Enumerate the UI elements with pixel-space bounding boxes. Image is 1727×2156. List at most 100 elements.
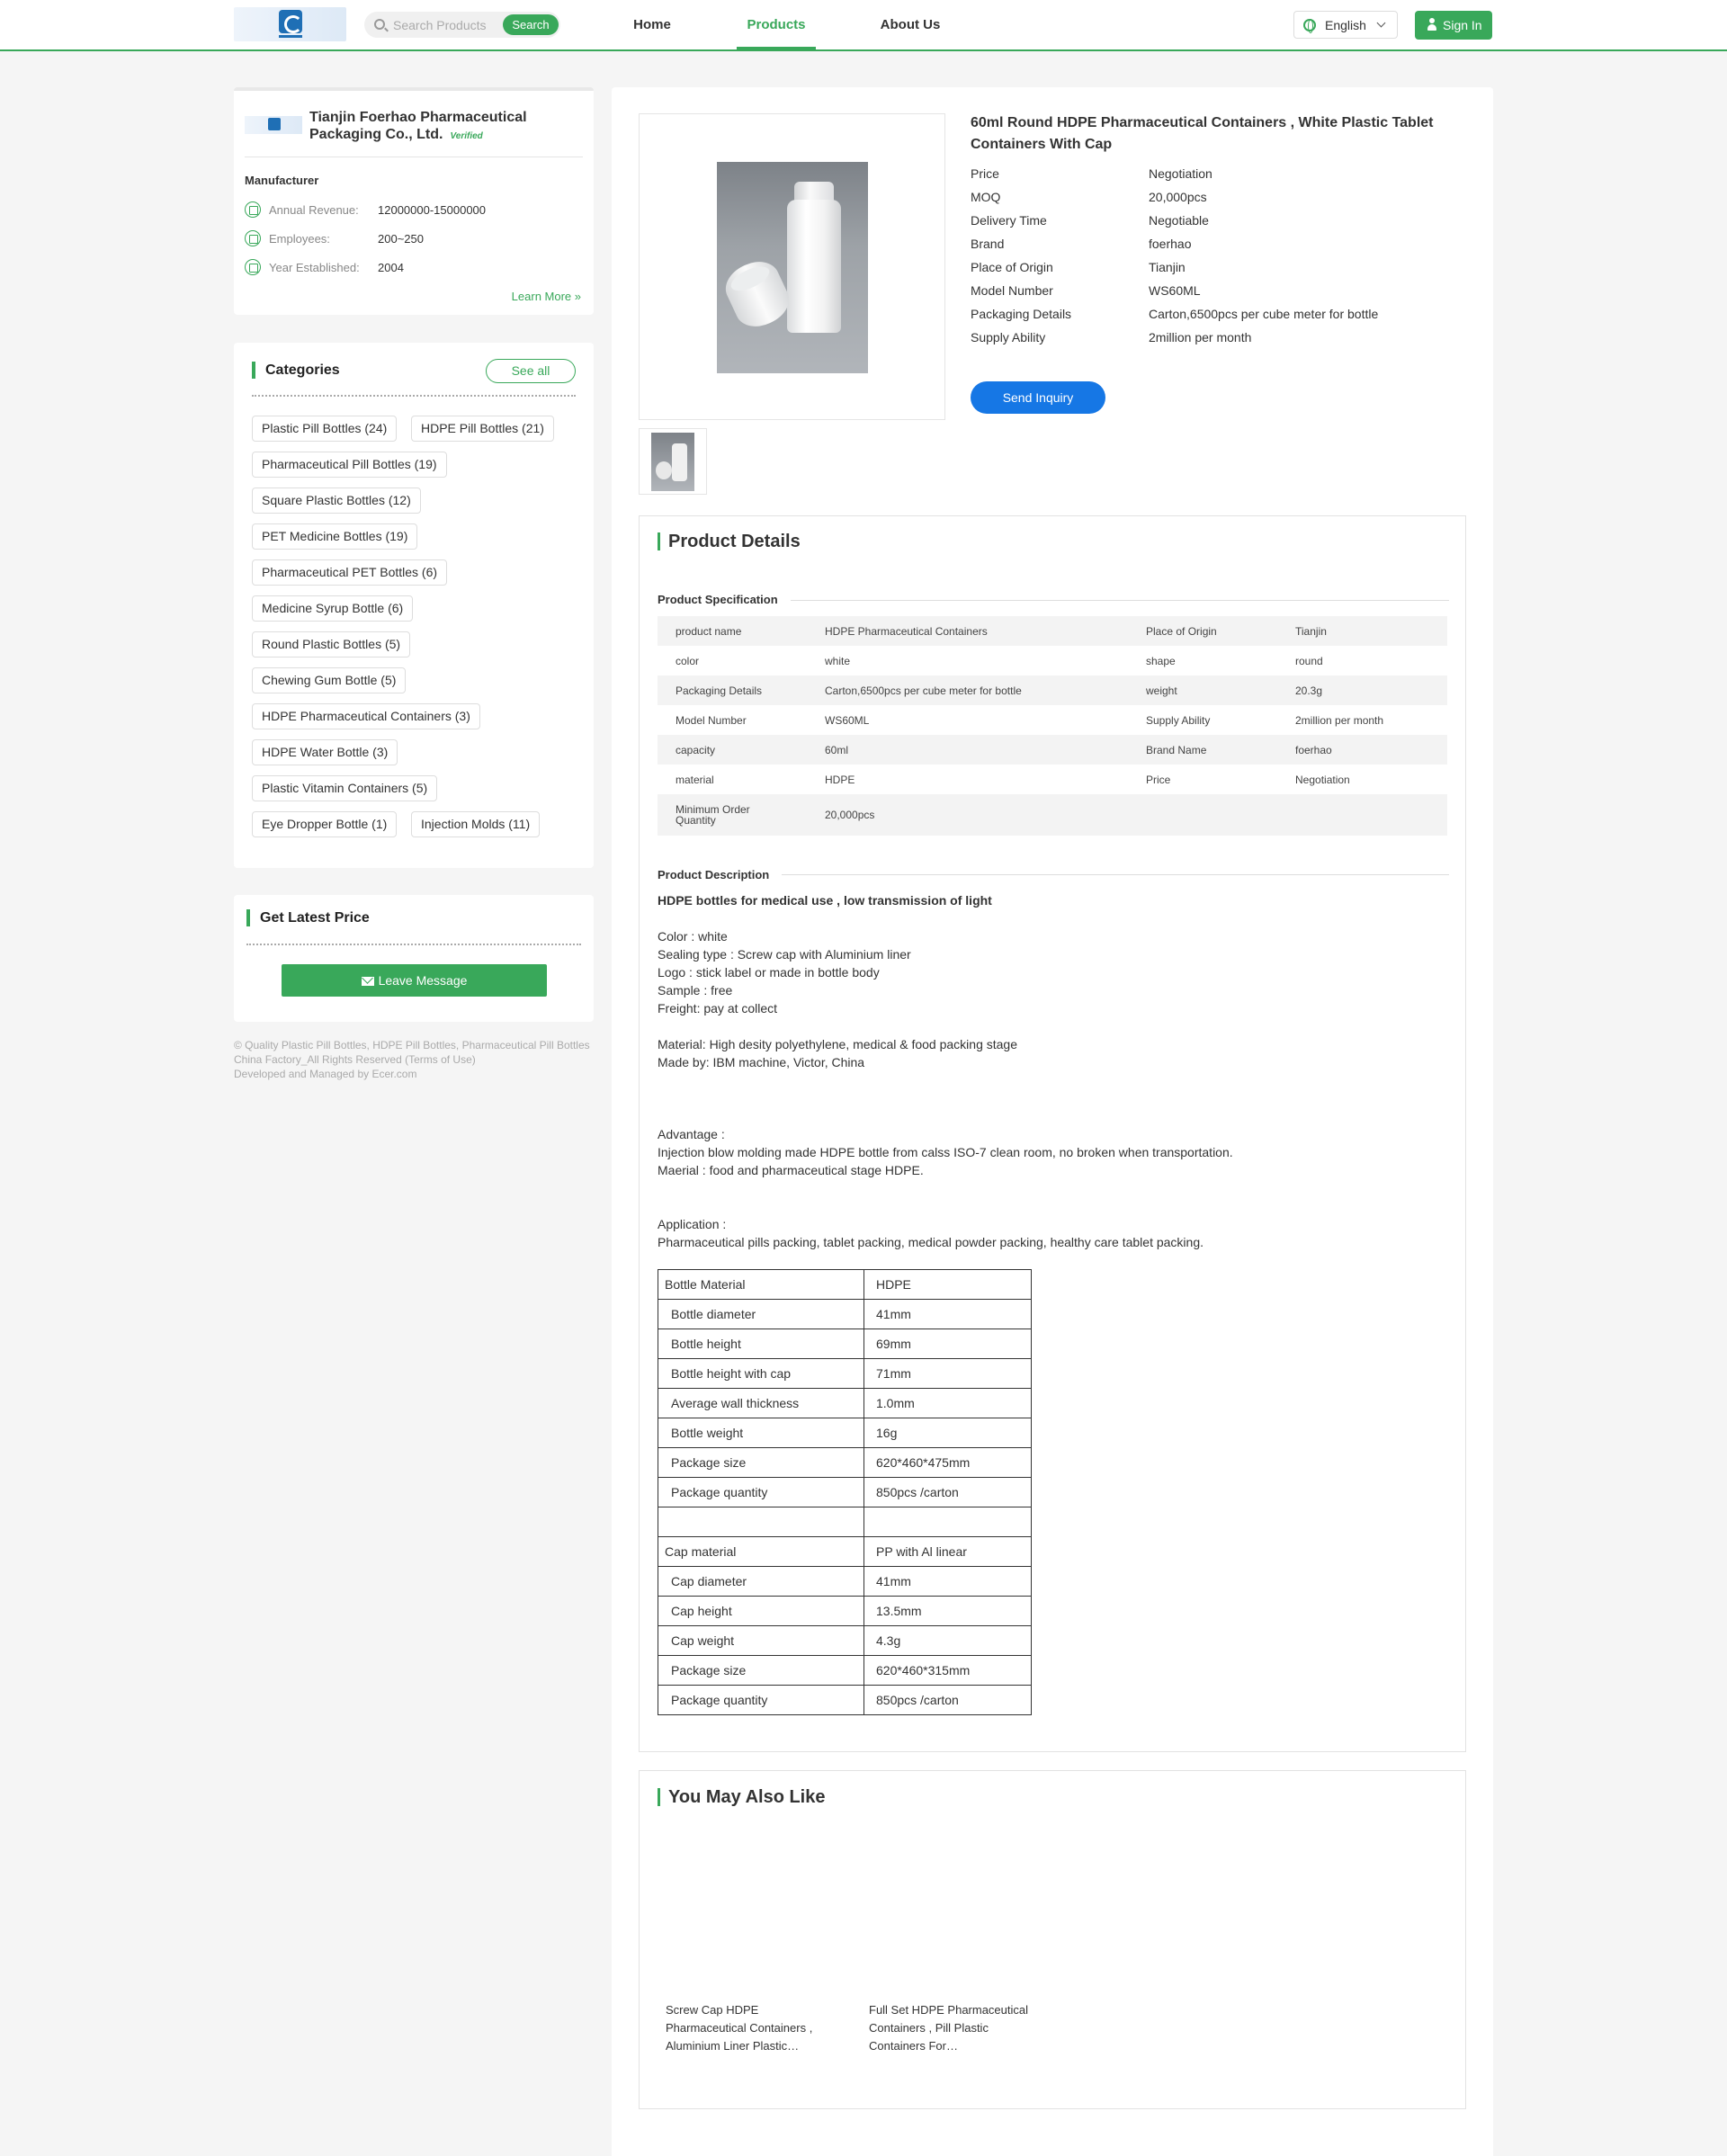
dim-row: Bottle height 69mm: [658, 1328, 1032, 1359]
company-card: Tianjin Foerhao Pharmaceutical Packaging…: [234, 87, 594, 315]
dim-value: 850pcs /carton: [864, 1477, 1032, 1507]
spec-value: HDPE: [825, 773, 855, 786]
category-chip[interactable]: Pharmaceutical PET Bottles (6): [252, 559, 448, 586]
search-input[interactable]: [393, 16, 492, 33]
dim-key: Cap height: [658, 1596, 864, 1626]
dim-key: Bottle diameter: [658, 1299, 864, 1329]
attr-value: Negotiable: [1149, 213, 1209, 228]
spec-key: weight: [1128, 675, 1277, 705]
dim-value: 41mm: [864, 1566, 1032, 1597]
spec-value: white: [825, 654, 851, 667]
description-line: Material: High desity polyethylene, medi…: [658, 1037, 1017, 1051]
related-product-card[interactable]: Screw Cap HDPE Pharmaceutical Containers…: [658, 1829, 837, 2089]
dim-value: 4.3g: [864, 1625, 1032, 1656]
category-chip[interactable]: HDPE Pharmaceutical Containers (3): [252, 703, 480, 729]
bottle-body: [787, 200, 841, 333]
spec-key: Packaging Details: [658, 675, 807, 705]
related-product-image[interactable]: [861, 1829, 1041, 1995]
latest-price-card: Get Latest Price Leave Message: [234, 895, 594, 1022]
dim-key: Package quantity: [658, 1685, 864, 1715]
nav-products[interactable]: Products: [737, 0, 816, 49]
spec-row: Minimum Order Quantity 20,000pcs: [658, 794, 1447, 836]
attr-label: Place of Origin: [971, 260, 1053, 274]
dim-value: 69mm: [864, 1328, 1032, 1359]
related-product-card[interactable]: Full Set HDPE Pharmaceutical Containers …: [861, 1829, 1041, 2089]
footer-line-1[interactable]: © Quality Plastic Pill Bottles, HDPE Pil…: [234, 1038, 594, 1067]
product-image-viewer[interactable]: [639, 113, 945, 420]
product-thumbnail[interactable]: [639, 428, 707, 495]
dim-row: Bottle diameter 41mm: [658, 1299, 1032, 1329]
info-label: Employees:: [269, 232, 330, 246]
dim-row: Package size 620*460*315mm: [658, 1655, 1032, 1686]
description-line: Injection blow molding made HDPE bottle …: [658, 1145, 1233, 1159]
category-chip[interactable]: Plastic Pill Bottles (24): [252, 416, 398, 442]
company-card-logo[interactable]: [245, 116, 302, 134]
related-product-name[interactable]: Full Set HDPE Pharmaceutical Containers …: [869, 2001, 1040, 2055]
category-chip[interactable]: Plastic Vitamin Containers (5): [252, 775, 438, 801]
company-name-text: Tianjin Foerhao Pharmaceutical Packaging…: [309, 110, 527, 142]
description-line: Sample : free: [658, 983, 733, 997]
category-chip[interactable]: Square Plastic Bottles (12): [252, 488, 421, 514]
chevron-down-icon: [1376, 18, 1386, 28]
search-button[interactable]: Search: [503, 14, 559, 35]
category-chip[interactable]: HDPE Water Bottle (3): [252, 739, 398, 765]
spec-key: Model Number: [676, 713, 747, 727]
spec-key: capacity: [658, 735, 807, 765]
dim-row: Bottle height with cap 71mm: [658, 1358, 1032, 1389]
leave-message-label: Leave Message: [378, 973, 468, 988]
dim-row: Cap diameter 41mm: [658, 1566, 1032, 1597]
info-label: Annual Revenue:: [269, 203, 359, 217]
spec-table: product name HDPE Pharmaceutical Contain…: [658, 616, 1447, 836]
category-chip[interactable]: Eye Dropper Bottle (1): [252, 811, 398, 837]
dim-key: Cap weight: [658, 1625, 864, 1656]
dim-key: Cap diameter: [658, 1566, 864, 1597]
company-name[interactable]: Tianjin Foerhao Pharmaceutical Packaging…: [309, 109, 579, 145]
language-selector[interactable]: English: [1293, 11, 1398, 39]
dim-row: Cap height 13.5mm: [658, 1596, 1032, 1626]
dimensions-table: Bottle Material HDPE Bottle diameter 41mm …: [658, 1269, 1032, 1715]
sign-in-button[interactable]: Sign In: [1415, 11, 1492, 40]
dim-value: 850pcs /carton: [864, 1685, 1032, 1715]
dim-value: 620*460*475mm: [864, 1447, 1032, 1478]
spec-key: product name: [658, 616, 807, 646]
nav-home[interactable]: Home: [617, 0, 687, 49]
description-line: Maerial : food and pharmaceutical stage …: [658, 1163, 924, 1177]
category-chip[interactable]: Injection Molds (11): [411, 811, 541, 837]
footer-line-2[interactable]: Developed and Managed by Ecer.com: [234, 1067, 594, 1081]
see-all-button[interactable]: See all: [486, 359, 576, 383]
category-chip[interactable]: HDPE Pill Bottles (21): [411, 416, 554, 442]
dim-key: Average wall thickness: [658, 1388, 864, 1418]
dim-value: HDPE: [864, 1269, 1032, 1300]
category-chip[interactable]: Chewing Gum Bottle (5): [252, 667, 407, 693]
leave-message-button[interactable]: Leave Message: [282, 964, 547, 997]
dim-key: Cap material: [658, 1536, 864, 1567]
dim-value: [864, 1507, 1032, 1537]
related-product-image[interactable]: [658, 1829, 837, 1995]
description-headline: HDPE bottles for medical use , low trans…: [658, 893, 992, 908]
info-value: 12000000-15000000: [378, 203, 487, 217]
dim-key: Package size: [658, 1447, 864, 1478]
learn-more-link[interactable]: Learn More »: [512, 290, 581, 303]
related-products-title: You May Also Like: [658, 1788, 825, 1806]
nav-about-us[interactable]: About Us: [869, 0, 952, 49]
mail-icon: [361, 977, 374, 986]
info-value: 200~250: [378, 232, 424, 246]
attr-label: Packaging Details: [971, 307, 1072, 321]
category-chip[interactable]: Medicine Syrup Bottle (6): [252, 595, 414, 622]
dim-value: PP with Al linear: [864, 1536, 1032, 1567]
description-line: Freight: pay at collect: [658, 1001, 778, 1015]
description-heading: Product Description: [658, 868, 783, 881]
related-product-name[interactable]: Screw Cap HDPE Pharmaceutical Containers…: [666, 2001, 837, 2055]
category-chip[interactable]: Pharmaceutical Pill Bottles (19): [252, 452, 447, 478]
latest-price-title: Get Latest Price: [246, 909, 370, 926]
spec-value: Negotiation: [1295, 773, 1350, 786]
category-chip[interactable]: Round Plastic Bottles (5): [252, 631, 411, 658]
dim-row: Cap weight 4.3g: [658, 1625, 1032, 1656]
send-inquiry-button[interactable]: Send Inquiry: [971, 381, 1105, 414]
category-chip[interactable]: PET Medicine Bottles (19): [252, 523, 418, 550]
globe-icon: [1303, 19, 1316, 33]
sign-in-label: Sign In: [1443, 18, 1482, 32]
company-logo[interactable]: [234, 7, 346, 41]
dim-row: Average wall thickness 1.0mm: [658, 1388, 1032, 1418]
dim-value: 13.5mm: [864, 1596, 1032, 1626]
